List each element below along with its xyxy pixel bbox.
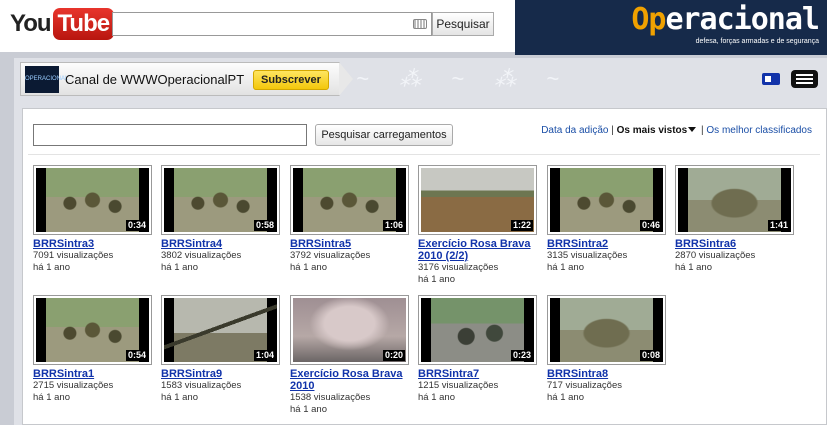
sort-by-date-link[interactable]: Data da adição [541, 125, 608, 136]
video-card[interactable]: 1:22 Exercício Rosa Brava 2010 (2/2) 3176 … [418, 165, 538, 286]
video-duration: 0:58 [253, 220, 276, 231]
youtube-logo[interactable]: You Tube [10, 8, 115, 40]
video-title-link[interactable]: BRRSintra1 [33, 368, 153, 380]
video-thumbnail[interactable]: 1:04 [161, 295, 280, 365]
video-thumbnail[interactable]: 1:22 [418, 165, 537, 235]
video-card[interactable]: 1:06 BRRSintra5 3792 visualizações há 1 ano [290, 165, 410, 274]
video-views: 7091 visualizações [33, 250, 114, 261]
sort-most-viewed[interactable]: Os mais vistos [617, 125, 699, 136]
sort-options: Data da adição | Os mais vistos | Os mel… [541, 125, 812, 136]
video-views: 2870 visualizações [675, 250, 756, 261]
video-views: 3802 visualizações [161, 250, 242, 261]
video-thumbnail[interactable]: 0:54 [33, 295, 152, 365]
channel-header: OPERACIONAL Canal de WWWOperacionalPT Su… [20, 62, 353, 96]
operacional-banner[interactable]: Operacional defesa, forças armadas e de … [515, 0, 827, 55]
video-title-link[interactable]: BRRSintra2 [547, 238, 667, 250]
channel-decoration: ~ ⁂ ~ ⁂ ~ [356, 66, 571, 91]
video-age: há 1 ano [290, 404, 327, 415]
video-age: há 1 ano [33, 392, 70, 403]
video-thumbnail[interactable]: 0:58 [161, 165, 280, 235]
video-duration: 0:46 [639, 220, 662, 231]
video-title-link[interactable]: BRRSintra6 [675, 238, 795, 250]
video-card[interactable]: 0:08 BRRSintra8 717 visualizações há 1 ano [547, 295, 667, 404]
video-duration: 0:08 [639, 350, 662, 361]
keyboard-icon[interactable] [413, 19, 427, 29]
search-button[interactable]: Pesquisar [432, 12, 494, 36]
video-duration: 1:22 [510, 220, 533, 231]
video-thumbnail[interactable]: 1:41 [675, 165, 794, 235]
divider [28, 154, 820, 155]
video-age: há 1 ano [418, 274, 455, 285]
banner-subtitle: defesa, forças armadas e de segurança [695, 38, 819, 45]
video-age: há 1 ano [418, 392, 455, 403]
video-views: 1538 visualizações [290, 392, 371, 403]
video-views: 3176 visualizações [418, 262, 499, 273]
logo-tube-text: Tube [52, 8, 115, 40]
video-age: há 1 ano [161, 262, 198, 273]
video-duration: 1:06 [382, 220, 405, 231]
video-views: 1583 visualizações [161, 380, 242, 391]
subscribe-button[interactable]: Subscrever [253, 70, 329, 90]
video-card[interactable]: 1:04 BRRSintra9 1583 visualizações há 1 ano [161, 295, 281, 404]
chevron-down-icon[interactable] [688, 127, 697, 132]
video-age: há 1 ano [675, 262, 712, 273]
video-card[interactable]: 0:54 BRRSintra1 2715 visualizações há 1 ano [33, 295, 153, 404]
video-duration: 0:34 [125, 220, 148, 231]
video-views: 1215 visualizações [418, 380, 499, 391]
video-card[interactable]: 0:23 BRRSintra7 1215 visualizações há 1 ano [418, 295, 538, 404]
channel-avatar[interactable]: OPERACIONAL [25, 66, 68, 93]
video-age: há 1 ano [547, 392, 584, 403]
video-title-link[interactable]: BRRSintra9 [161, 368, 281, 380]
video-title-link[interactable]: Exercício Rosa Brava 2010 (2/2) [418, 238, 538, 262]
grid-view-icon[interactable] [791, 70, 818, 88]
video-thumbnail[interactable]: 0:23 [418, 295, 537, 365]
video-thumbnail[interactable]: 0:20 [290, 295, 409, 365]
video-title-link[interactable]: BRRSintra4 [161, 238, 281, 250]
video-card[interactable]: 0:46 BRRSintra2 3135 visualizações há 1 ano [547, 165, 667, 274]
video-title-link[interactable]: BRRSintra7 [418, 368, 538, 380]
sort-separator: | [611, 125, 614, 136]
video-card[interactable]: 1:41 BRRSintra6 2870 visualizações há 1 ano [675, 165, 795, 274]
video-thumbnail[interactable]: 0:34 [33, 165, 152, 235]
video-views: 717 visualizações [547, 380, 622, 391]
video-card[interactable]: 0:58 BRRSintra4 3802 visualizações há 1 ano [161, 165, 281, 274]
video-age: há 1 ano [33, 262, 70, 273]
video-title-link[interactable]: BRRSintra3 [33, 238, 153, 250]
video-duration: 0:23 [510, 350, 533, 361]
video-duration: 0:54 [125, 350, 148, 361]
search-uploads-button[interactable]: Pesquisar carregamentos [315, 124, 453, 146]
video-views: 3135 visualizações [547, 250, 628, 261]
banner-title: Operacional [631, 2, 820, 37]
search-input[interactable] [112, 12, 432, 36]
video-title-link[interactable]: BRRSintra5 [290, 238, 410, 250]
video-duration: 0:20 [382, 350, 405, 361]
logo-you-text: You [10, 10, 52, 37]
video-card[interactable]: 0:20 Exercício Rosa Brava 2010 1538 visual… [290, 295, 410, 416]
list-view-icon[interactable] [762, 73, 780, 85]
video-title-link[interactable]: Exercício Rosa Brava 2010 [290, 368, 410, 392]
video-age: há 1 ano [161, 392, 198, 403]
sort-separator: | [701, 125, 704, 136]
channel-name[interactable]: Canal de WWWOperacionalPT [65, 72, 244, 87]
youtube-header: You Tube Pesquisar [0, 0, 515, 52]
video-views: 3792 visualizações [290, 250, 371, 261]
video-age: há 1 ano [290, 262, 327, 273]
sort-top-rated-link[interactable]: Os melhor classificados [706, 125, 812, 136]
video-duration: 1:41 [767, 220, 790, 231]
video-title-link[interactable]: BRRSintra8 [547, 368, 667, 380]
video-thumbnail[interactable]: 0:08 [547, 295, 666, 365]
video-age: há 1 ano [547, 262, 584, 273]
video-thumbnail[interactable]: 0:46 [547, 165, 666, 235]
video-thumbnail[interactable]: 1:06 [290, 165, 409, 235]
video-views: 2715 visualizações [33, 380, 114, 391]
video-card[interactable]: 0:34 BRRSintra3 7091 visualizações há 1 ano [33, 165, 153, 274]
uploads-search-input[interactable] [33, 124, 307, 146]
video-duration: 1:04 [253, 350, 276, 361]
